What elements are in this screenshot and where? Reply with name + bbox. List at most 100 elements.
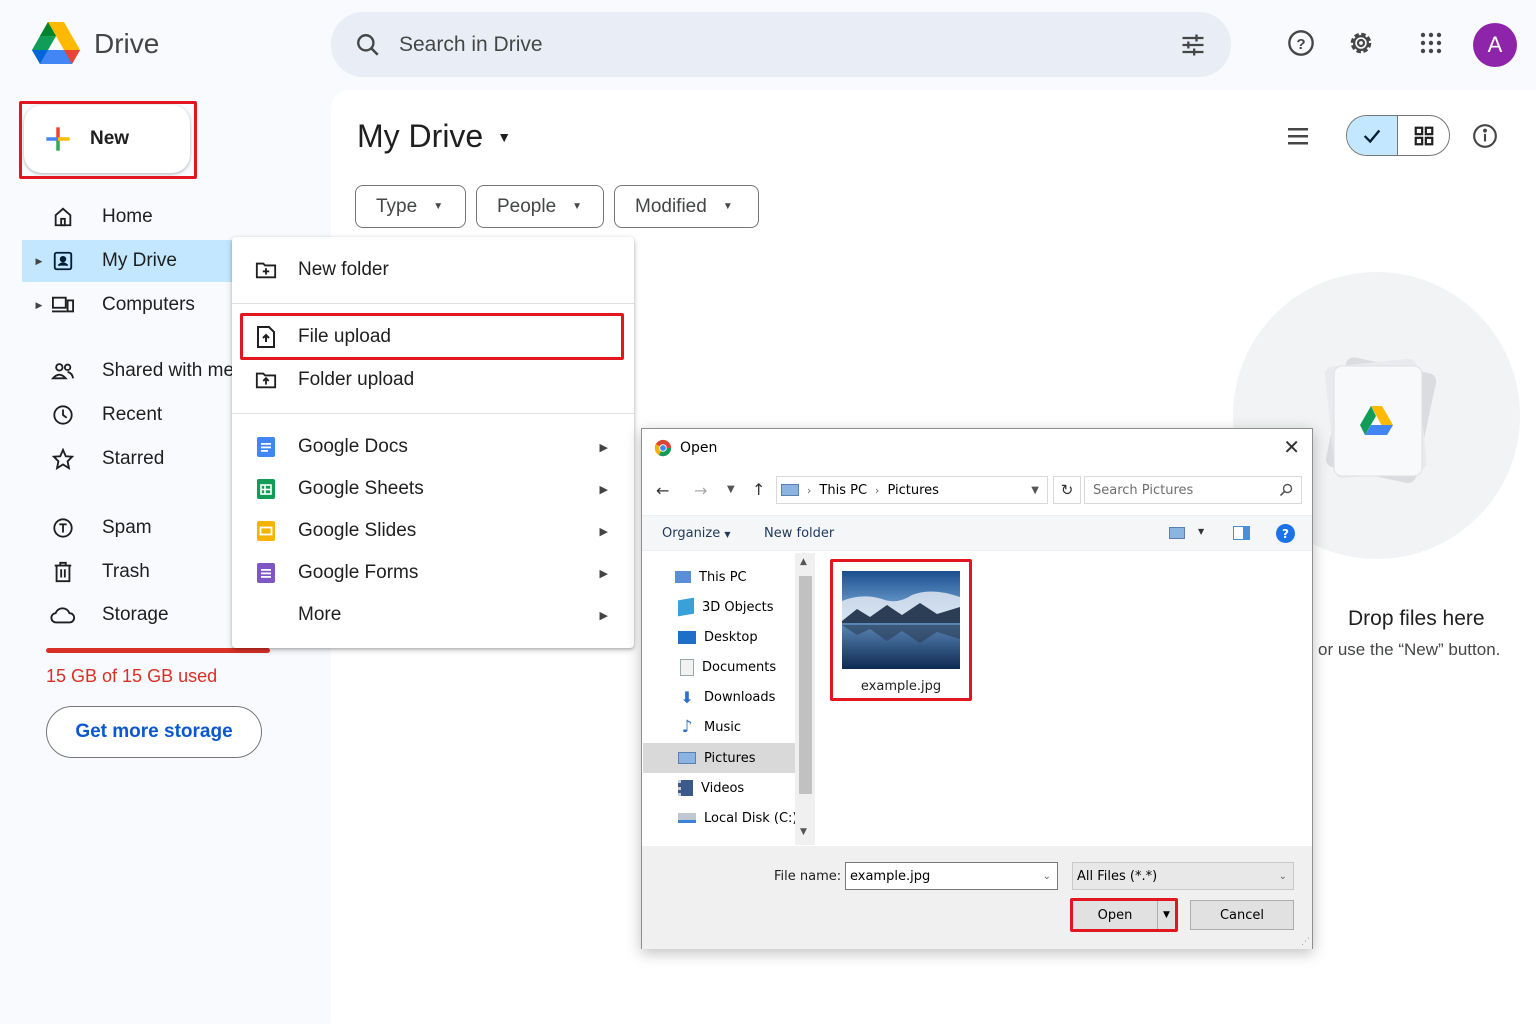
- organize-menu[interactable]: Organize ▼: [662, 526, 731, 541]
- tree-item-desktop[interactable]: Desktop: [678, 623, 758, 651]
- drive-logo[interactable]: Drive: [32, 22, 159, 66]
- trash-icon: [48, 561, 78, 583]
- resize-grip-icon[interactable]: ⋰: [1301, 937, 1310, 947]
- tree-item-documents[interactable]: Documents: [678, 653, 776, 681]
- sidebar-item-my-drive[interactable]: ▶ My Drive: [22, 240, 262, 282]
- sidebar-item-label: Starred: [102, 448, 165, 469]
- sidebar-item-label: Computers: [102, 294, 195, 315]
- dialog-search-input[interactable]: Search Pictures: [1084, 476, 1302, 504]
- grid-view-icon[interactable]: [1398, 116, 1449, 155]
- refresh-icon[interactable]: ↻: [1053, 476, 1081, 504]
- cancel-button[interactable]: Cancel: [1190, 900, 1294, 930]
- sidebar-item-recent[interactable]: Recent: [22, 394, 262, 436]
- tree-item-local-disk[interactable]: Local Disk (C:): [678, 804, 797, 832]
- file-type-value: All Files (*.*): [1077, 868, 1158, 884]
- scroll-down-icon[interactable]: ▼: [800, 827, 807, 837]
- open-button[interactable]: Open ▼: [1072, 900, 1176, 930]
- dialog-new-folder-button[interactable]: New folder: [764, 526, 834, 541]
- preview-pane-icon[interactable]: [1233, 526, 1250, 540]
- dialog-title: Open: [680, 440, 718, 456]
- expand-caret-icon[interactable]: ▶: [32, 256, 46, 267]
- recent-locations-icon[interactable]: ▼: [727, 484, 735, 495]
- change-view-icon[interactable]: [1169, 527, 1185, 539]
- breadcrumb-pictures[interactable]: Pictures: [887, 483, 938, 498]
- star-icon: [48, 448, 78, 470]
- file-type-select[interactable]: All Files (*.*) ⌄: [1072, 862, 1294, 890]
- back-arrow-icon[interactable]: ←: [656, 481, 669, 500]
- menu-item-google-docs[interactable]: Google Docs ▶: [232, 427, 634, 467]
- scrollbar-thumb[interactable]: [799, 576, 812, 794]
- menu-item-google-slides[interactable]: Google Slides ▶: [232, 511, 634, 551]
- get-more-storage-button[interactable]: Get more storage: [46, 706, 262, 758]
- tree-item-this-pc[interactable]: This PC: [675, 563, 747, 591]
- sidebar-item-label: Spam: [102, 517, 152, 538]
- new-button-label: New: [90, 128, 130, 149]
- menu-item-google-forms[interactable]: Google Forms ▶: [232, 553, 634, 593]
- filter-type-chip[interactable]: Type ▼: [355, 185, 466, 228]
- view-toggle[interactable]: [1346, 115, 1450, 156]
- open-dropdown-arrow-icon[interactable]: ▼: [1157, 901, 1175, 929]
- open-button-label: Open: [1097, 907, 1133, 923]
- file-name-input[interactable]: example.jpg ⌄: [845, 862, 1058, 890]
- view-dropdown-icon[interactable]: ▼: [1198, 527, 1204, 536]
- sidebar-item-trash[interactable]: Trash: [22, 551, 262, 593]
- drive-logo-icon: [32, 22, 80, 64]
- menu-item-folder-upload[interactable]: Folder upload: [232, 360, 634, 400]
- dialog-help-icon[interactable]: ?: [1276, 524, 1295, 543]
- page-title[interactable]: My Drive ▼: [357, 118, 511, 155]
- file-tile[interactable]: example.jpg: [837, 567, 965, 695]
- search-bar[interactable]: Search in Drive: [331, 12, 1231, 77]
- address-dropdown-icon[interactable]: ▼: [1031, 485, 1039, 496]
- close-icon[interactable]: ✕: [1283, 435, 1300, 459]
- apps-grid-icon[interactable]: [1416, 28, 1446, 58]
- search-input[interactable]: Search in Drive: [399, 33, 543, 57]
- menu-item-label: Google Docs: [298, 436, 408, 457]
- sidebar-item-home[interactable]: Home: [22, 196, 262, 238]
- tree-item-music[interactable]: ♪ Music: [678, 713, 741, 741]
- sidebar-item-spam[interactable]: Spam: [22, 507, 262, 549]
- filter-label: Type: [376, 195, 418, 217]
- menu-item-google-sheets[interactable]: Google Sheets ▶: [232, 469, 634, 509]
- info-icon[interactable]: [1472, 123, 1498, 149]
- help-icon[interactable]: ?: [1286, 28, 1316, 58]
- search-icon[interactable]: [355, 32, 381, 58]
- image-thumbnail: [842, 571, 960, 669]
- file-type-dropdown-icon[interactable]: ⌄: [1279, 871, 1287, 882]
- settings-icon[interactable]: [1346, 28, 1376, 58]
- breadcrumb-this-pc[interactable]: This PC: [819, 483, 867, 498]
- address-bar[interactable]: › This PC › Pictures ▼: [776, 476, 1048, 504]
- search-options-icon[interactable]: [1179, 31, 1207, 59]
- file-name-field-label: File name:: [774, 869, 842, 884]
- menu-item-file-upload[interactable]: File upload: [232, 317, 634, 357]
- file-name-dropdown-icon[interactable]: ⌄: [1043, 871, 1051, 882]
- menu-item-more[interactable]: More ▶: [232, 595, 634, 635]
- storage-usage-text: 15 GB of 15 GB used: [46, 666, 218, 686]
- dialog-toolbar: Organize ▼ New folder ▼ ?: [642, 515, 1312, 551]
- checkmark-icon[interactable]: [1347, 116, 1399, 155]
- submenu-arrow-icon: ▶: [599, 525, 608, 538]
- tree-item-3d-objects[interactable]: 3D Objects: [678, 593, 774, 621]
- menu-item-new-folder[interactable]: New folder: [232, 250, 634, 290]
- sidebar-item-computers[interactable]: ▶ Computers: [22, 284, 262, 326]
- filter-label: People: [497, 195, 557, 217]
- filter-label: Modified: [635, 195, 707, 217]
- new-button[interactable]: New: [24, 105, 190, 173]
- storage-progress-bar: [46, 648, 270, 653]
- sidebar-item-shared[interactable]: Shared with me: [22, 350, 262, 392]
- tree-item-videos[interactable]: Videos: [678, 774, 744, 802]
- forward-arrow-icon[interactable]: →: [694, 481, 707, 500]
- list-view-icon[interactable]: [1286, 125, 1310, 147]
- scroll-up-icon[interactable]: ▲: [800, 557, 807, 567]
- sidebar-item-storage[interactable]: Storage: [22, 594, 262, 636]
- filter-modified-chip[interactable]: Modified ▼: [614, 185, 759, 228]
- sidebar-item-starred[interactable]: Starred: [22, 438, 262, 480]
- tree-item-downloads[interactable]: ⬇ Downloads: [678, 683, 775, 711]
- dropdown-arrow-icon: ▼: [724, 530, 731, 539]
- up-arrow-icon[interactable]: ↑: [752, 480, 765, 499]
- expand-caret-icon[interactable]: ▶: [32, 300, 46, 311]
- avatar[interactable]: A: [1473, 23, 1517, 67]
- menu-item-label: Google Slides: [298, 520, 417, 541]
- my-drive-icon: [48, 250, 78, 272]
- tree-item-pictures[interactable]: Pictures: [678, 744, 755, 772]
- filter-people-chip[interactable]: People ▼: [476, 185, 604, 228]
